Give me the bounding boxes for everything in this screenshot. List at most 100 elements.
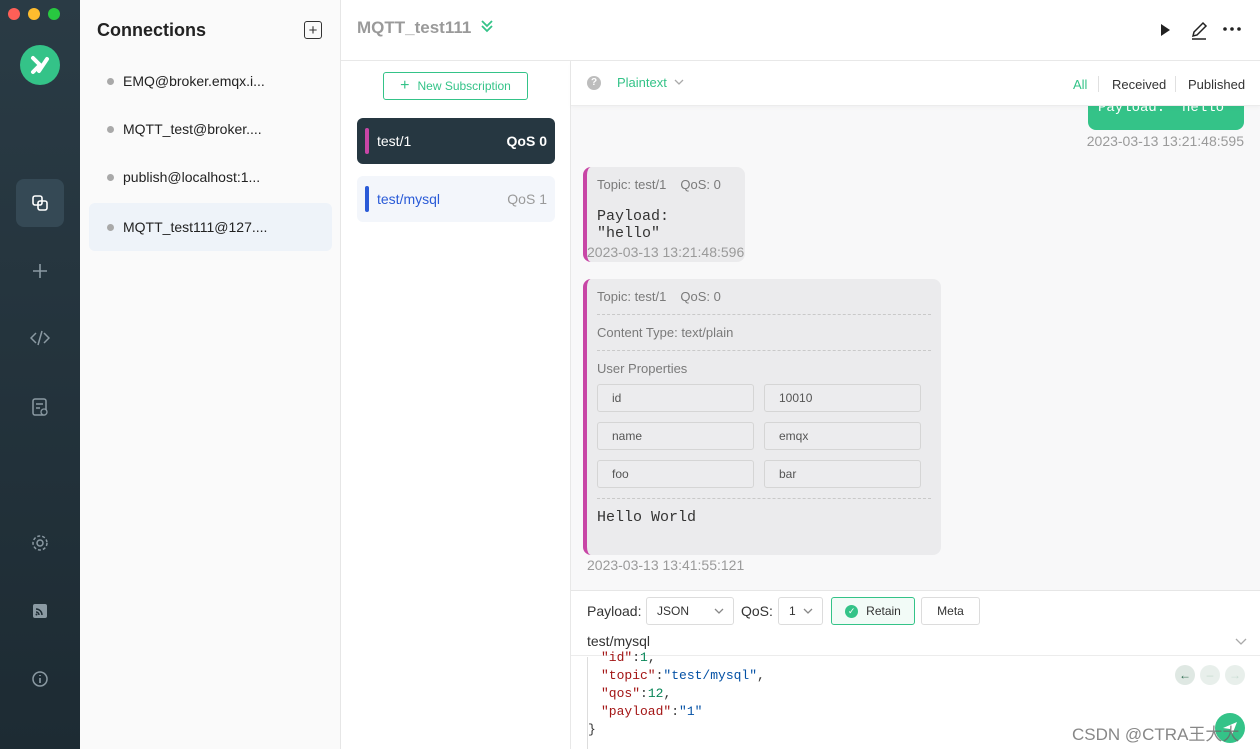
arrow-right-icon[interactable]: → (1225, 665, 1245, 685)
connection-label: EMQ@broker.emqx.i... (123, 73, 265, 89)
user-property-value: emqx (764, 422, 921, 450)
app-rail (0, 0, 80, 749)
double-chevron-down-icon[interactable] (479, 18, 495, 37)
status-dot-icon (107, 125, 114, 133)
retain-toggle[interactable]: ✓ Retain (831, 597, 915, 625)
chevron-down-icon (802, 603, 814, 622)
publish-topic-input[interactable]: test/mysql (587, 633, 650, 649)
subscription-item[interactable]: test/1 QoS 0 (357, 118, 555, 164)
window-close-button[interactable] (8, 8, 20, 20)
json-key: "qos" (601, 686, 641, 701)
json-value: 1 (640, 650, 648, 665)
message-qos: QoS: 0 (680, 289, 721, 304)
help-icon[interactable]: ? (587, 76, 601, 90)
received-message-bubble: Topic: test/1 QoS: 0 Content Type: text/p… (583, 279, 941, 555)
meta-button[interactable]: Meta (921, 597, 980, 625)
subscription-topic: test/1 (377, 133, 412, 149)
message-topic: Topic: test/1 (597, 289, 667, 304)
status-dot-icon (107, 77, 114, 85)
json-value: "test/mysql" (663, 668, 758, 683)
play-icon[interactable] (1158, 19, 1172, 44)
more-icon[interactable] (1221, 19, 1243, 44)
plus-icon: + (400, 77, 410, 94)
published-message-bubble: Payload: "hello" (1088, 106, 1244, 130)
user-property-key: name (597, 422, 754, 450)
tab-all[interactable]: All (1073, 77, 1087, 92)
format-select[interactable]: Plaintext (617, 75, 667, 90)
new-subscription-label: New Subscription (417, 79, 511, 93)
json-key: "id" (601, 650, 633, 665)
arrow-left-icon[interactable]: ← (1175, 665, 1195, 685)
subscriptions-panel: + New Subscription test/1 QoS 0 test/mys… (341, 61, 571, 749)
divider (597, 498, 931, 499)
json-key: "topic" (601, 668, 656, 683)
rss-icon[interactable] (16, 587, 64, 635)
tab-published[interactable]: Published (1188, 77, 1245, 92)
divider (597, 350, 931, 351)
log-icon[interactable] (16, 383, 64, 431)
connections-panel: Connections + EMQ@broker.emqx.i... MQTT_… (80, 0, 341, 749)
subscription-item[interactable]: test/mysql QoS 1 (357, 176, 555, 222)
user-property-value: 10010 (764, 384, 921, 412)
received-message-time: 2023-03-13 13:41:55:121 (587, 557, 745, 573)
user-property-key: foo (597, 460, 754, 488)
subscription-topic: test/mysql (377, 191, 441, 207)
message-filter-bar: ? Plaintext All Received Published (571, 61, 1260, 106)
chevron-down-icon (713, 603, 725, 622)
payload-label: Payload: (587, 603, 642, 619)
payload-format-value: JSON (657, 604, 690, 618)
message-content-type: Content Type: text/plain (597, 325, 734, 340)
subscription-qos: QoS 0 (506, 133, 547, 149)
user-property-value: bar (764, 460, 921, 488)
subscription-color-bar (365, 128, 369, 154)
divider (1098, 76, 1099, 92)
connection-item-active[interactable]: MQTT_test111@127.... (89, 203, 332, 251)
window-minimize-button[interactable] (28, 8, 40, 20)
plus-icon[interactable] (16, 247, 64, 295)
info-icon[interactable] (16, 655, 64, 703)
json-value: 12 (647, 686, 664, 701)
qos-value: 1 (789, 604, 796, 618)
message-list[interactable]: Payload: "hello" 2023-03-13 13:21:48:595… (571, 106, 1260, 590)
script-icon[interactable] (16, 314, 64, 362)
settings-icon[interactable] (16, 519, 64, 567)
message-payload: Payload: "hello" (597, 208, 670, 242)
connection-item[interactable]: MQTT_test@broker.... (89, 105, 332, 153)
connections-title: Connections (97, 20, 207, 40)
user-properties-label: User Properties (597, 361, 688, 376)
window-maximize-button[interactable] (48, 8, 60, 20)
qos-select[interactable]: 1 (778, 597, 823, 625)
qos-label: QoS: (741, 603, 773, 619)
chevron-down-icon[interactable] (1234, 633, 1248, 652)
watermark: CSDN @CTRA王大大 (1072, 725, 1240, 744)
divider (1175, 76, 1176, 92)
new-subscription-button[interactable]: + New Subscription (383, 72, 528, 100)
user-property-key: id (597, 384, 754, 412)
minus-icon[interactable]: – (1200, 665, 1220, 685)
connection-label: MQTT_test111@127.... (123, 219, 268, 235)
edit-icon[interactable] (1189, 19, 1209, 44)
mqttx-logo (20, 45, 60, 85)
status-dot-icon (107, 173, 114, 181)
status-dot-icon (107, 223, 114, 231)
user-properties-grid: id 10010 name emqx foo bar (597, 384, 931, 488)
chevron-down-icon[interactable] (673, 74, 685, 93)
received-message-time: 2023-03-13 13:21:48:596 (587, 244, 745, 260)
payload-format-select[interactable]: JSON (646, 597, 734, 625)
connection-item[interactable]: publish@localhost:1... (89, 153, 332, 201)
message-payload: Hello World (597, 509, 697, 526)
subscription-color-bar (365, 186, 369, 212)
json-key: "payload" (601, 704, 672, 719)
message-qos: QoS: 0 (680, 177, 721, 192)
connection-title: MQTT_test111 (357, 18, 472, 37)
divider (597, 314, 931, 315)
connections-icon[interactable] (16, 179, 64, 227)
connection-label: publish@localhost:1... (123, 169, 261, 185)
tab-received[interactable]: Received (1112, 77, 1166, 92)
connection-header: MQTT_test111 (341, 0, 1260, 61)
check-circle-icon: ✓ (845, 604, 859, 618)
connection-item[interactable]: EMQ@broker.emqx.i... (89, 57, 332, 105)
connection-label: MQTT_test@broker.... (123, 121, 262, 137)
plus-square-icon[interactable]: + (304, 21, 322, 39)
json-value: "1" (679, 704, 703, 719)
